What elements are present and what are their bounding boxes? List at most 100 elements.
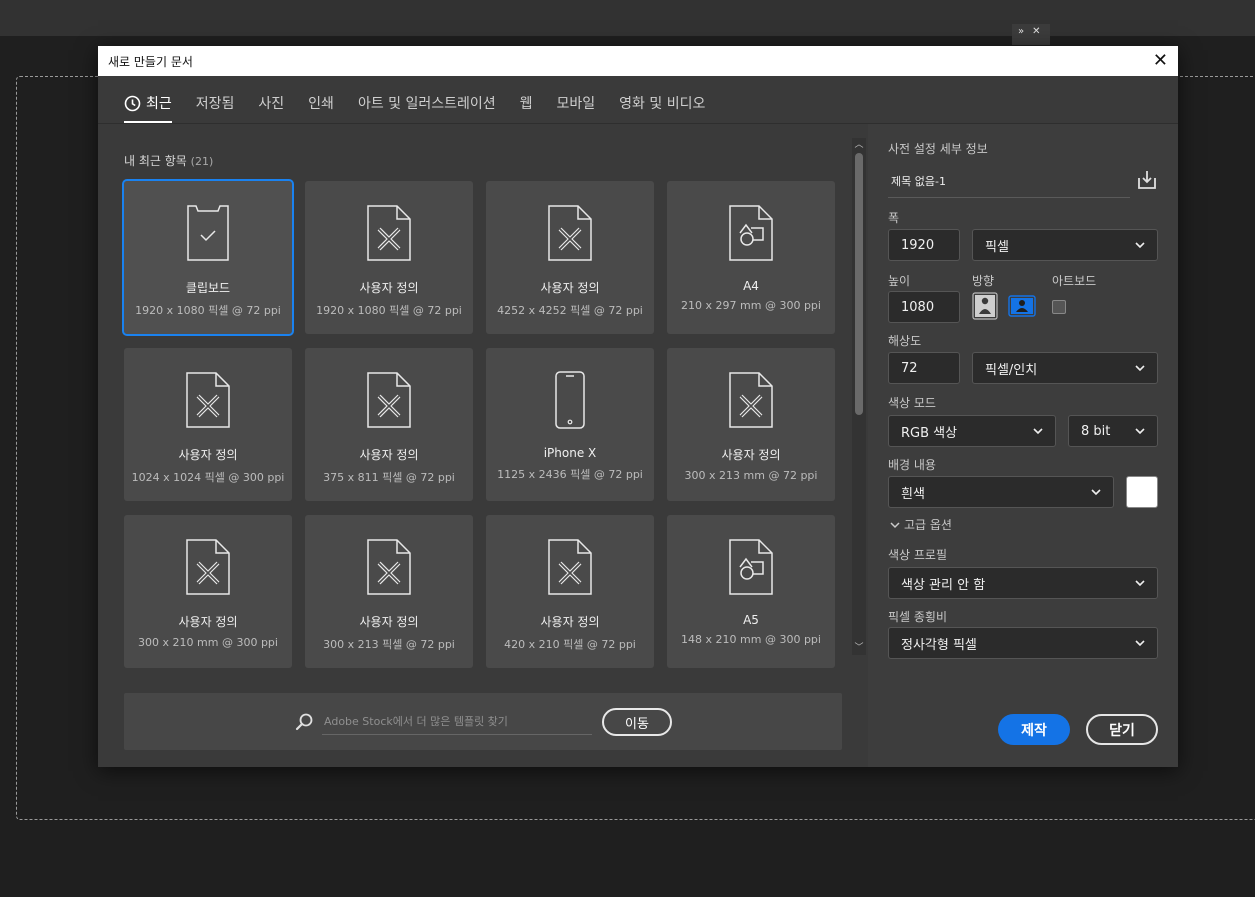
presets-pane: 내 최근 항목 (21) 클립보드 1920 x 1080 픽셀 @ 72 ppi… — [98, 124, 866, 767]
color-profile-select[interactable]: 색상 관리 안 함 — [888, 567, 1158, 599]
close-panel-icon[interactable]: ✕ — [1032, 26, 1040, 43]
color-mode-value: RGB 색상 — [901, 425, 958, 441]
create-button[interactable]: 제작 — [998, 714, 1070, 745]
preset-card[interactable]: 클립보드 1920 x 1080 픽셀 @ 72 ppi — [122, 179, 294, 336]
preset-name: A5 — [743, 613, 759, 627]
preset-name: 사용자 정의 — [359, 615, 419, 629]
background-select[interactable]: 흰색 — [888, 476, 1114, 508]
dialog-titlebar: 새로 만들기 문서 ✕ — [98, 46, 1178, 76]
resolution-unit-value: 픽셀/인치 — [985, 362, 1038, 378]
preset-spec: 300 x 213 mm @ 72 ppi — [684, 469, 818, 482]
print-document-icon — [727, 537, 775, 597]
preset-name: 사용자 정의 — [359, 448, 419, 462]
print-document-icon — [727, 203, 775, 263]
artboard-checkbox[interactable] — [1052, 300, 1066, 314]
preset-name: 사용자 정의 — [178, 448, 238, 462]
tab-label: 인쇄 — [308, 96, 334, 112]
scroll-down-icon[interactable]: ﹀ — [852, 642, 866, 654]
pixel-aspect-select[interactable]: 정사각형 픽셀 — [888, 627, 1158, 659]
custom-document-icon — [546, 537, 594, 597]
save-preset-icon[interactable] — [1136, 169, 1158, 191]
preset-spec: 148 x 210 mm @ 300 ppi — [681, 633, 821, 646]
color-profile-value: 색상 관리 안 함 — [901, 577, 986, 593]
width-unit-value: 픽셀 — [985, 239, 1009, 255]
custom-document-icon — [365, 203, 413, 263]
close-button[interactable]: 닫기 — [1086, 714, 1158, 745]
width-unit-select[interactable]: 픽셀 — [972, 229, 1158, 261]
tab-mobile[interactable]: 모바일 — [557, 93, 596, 123]
tab-print[interactable]: 인쇄 — [308, 93, 334, 123]
preset-card[interactable]: 사용자 정의 4252 x 4252 픽셀 @ 72 ppi — [486, 181, 654, 334]
resolution-unit-select[interactable]: 픽셀/인치 — [972, 352, 1158, 384]
background-label: 배경 내용 — [888, 458, 936, 472]
preset-card[interactable]: iPhone X 1125 x 2436 픽셀 @ 72 ppi — [486, 348, 654, 501]
pixel-aspect-label: 픽셀 종횡비 — [888, 610, 948, 624]
preset-name: 사용자 정의 — [540, 281, 600, 295]
close-icon[interactable]: ✕ — [1153, 52, 1168, 70]
stock-go-button[interactable]: 이동 — [602, 708, 672, 736]
tab-film-video[interactable]: 영화 및 비디오 — [619, 93, 705, 123]
tab-photo[interactable]: 사진 — [258, 93, 284, 123]
preset-spec: 375 x 811 픽셀 @ 72 ppi — [323, 471, 455, 484]
color-mode-label: 색상 모드 — [888, 396, 936, 410]
preset-card[interactable]: A5 148 x 210 mm @ 300 ppi — [667, 515, 835, 668]
tab-web[interactable]: 웹 — [520, 93, 533, 123]
scrollbar-thumb[interactable] — [855, 153, 863, 415]
color-profile-label: 색상 프로필 — [888, 548, 948, 562]
custom-document-icon — [365, 537, 413, 597]
advanced-options-label: 고급 옵션 — [904, 518, 952, 532]
portrait-orientation-icon[interactable] — [972, 292, 998, 320]
preset-spec: 1920 x 1080 픽셀 @ 72 ppi — [135, 304, 281, 317]
preset-spec: 1024 x 1024 픽셀 @ 300 ppi — [131, 471, 285, 484]
new-document-dialog: 새로 만들기 문서 ✕ 최근 저장됨 사진 인쇄 아트 및 일러스트레이션 웹 … — [98, 46, 1178, 767]
preset-scrollbar[interactable]: ︿ ﹀ — [852, 138, 866, 655]
resolution-input[interactable]: 72 — [888, 352, 960, 384]
preset-details-title: 사전 설정 세부 정보 — [888, 142, 988, 156]
tab-label: 사진 — [258, 96, 285, 112]
preset-name: 사용자 정의 — [721, 448, 781, 462]
preset-spec: 4252 x 4252 픽셀 @ 72 ppi — [497, 304, 643, 317]
orientation-label: 방향 — [972, 274, 995, 288]
tab-recent[interactable]: 최근 — [124, 93, 172, 123]
recent-section-title: 내 최근 항목 (21) — [124, 152, 213, 169]
tab-label: 영화 및 비디오 — [619, 96, 706, 112]
chevron-down-icon — [890, 521, 900, 528]
preset-card[interactable]: 사용자 정의 300 x 213 픽셀 @ 72 ppi — [305, 515, 473, 668]
scroll-up-icon[interactable]: ︿ — [852, 139, 866, 151]
preset-card[interactable]: 사용자 정의 1920 x 1080 픽셀 @ 72 ppi — [305, 181, 473, 334]
preset-card[interactable]: A4 210 x 297 mm @ 300 ppi — [667, 181, 835, 334]
preset-card[interactable]: 사용자 정의 375 x 811 픽셀 @ 72 ppi — [305, 348, 473, 501]
recent-title: 내 최근 항목 — [124, 154, 187, 168]
tab-art-illustration[interactable]: 아트 및 일러스트레이션 — [358, 93, 496, 123]
preset-name: iPhone X — [543, 446, 597, 460]
custom-document-icon — [184, 537, 232, 597]
chevron-down-icon — [1135, 428, 1145, 435]
preset-card[interactable]: 사용자 정의 300 x 210 mm @ 300 ppi — [124, 515, 292, 668]
chevron-down-icon — [1135, 640, 1145, 647]
bit-depth-select[interactable]: 8 bit — [1068, 415, 1158, 447]
custom-document-icon — [546, 203, 594, 263]
resolution-label: 해상도 — [888, 334, 922, 348]
landscape-orientation-icon[interactable] — [1008, 292, 1036, 320]
color-mode-select[interactable]: RGB 색상 — [888, 415, 1056, 447]
preset-name: 클립보드 — [185, 281, 231, 295]
width-input[interactable]: 1920 — [888, 229, 960, 261]
preset-card[interactable]: 사용자 정의 1024 x 1024 픽셀 @ 300 ppi — [124, 348, 292, 501]
custom-document-icon — [365, 370, 413, 430]
preset-name: A4 — [743, 279, 759, 293]
document-name-field[interactable]: 제목 없음-1 — [888, 166, 1130, 198]
advanced-options-toggle[interactable]: 고급 옵션 — [890, 516, 952, 533]
height-input[interactable]: 1080 — [888, 291, 960, 323]
background-color-swatch[interactable] — [1126, 476, 1158, 508]
collapsed-panel[interactable]: » ✕ — [1012, 24, 1050, 45]
preset-card[interactable]: 사용자 정의 300 x 213 mm @ 72 ppi — [667, 348, 835, 501]
tab-label: 아트 및 일러스트레이션 — [357, 96, 496, 112]
expand-panel-icon[interactable]: » — [1018, 26, 1024, 43]
tab-label: 모바일 — [556, 96, 596, 112]
recent-count: (21) — [190, 155, 214, 168]
preset-spec: 1125 x 2436 픽셀 @ 72 ppi — [497, 468, 643, 481]
stock-search-input[interactable] — [322, 709, 592, 735]
preset-card[interactable]: 사용자 정의 420 x 210 픽셀 @ 72 ppi — [486, 515, 654, 668]
tab-saved[interactable]: 저장됨 — [196, 93, 235, 123]
chevron-down-icon — [1091, 489, 1101, 496]
